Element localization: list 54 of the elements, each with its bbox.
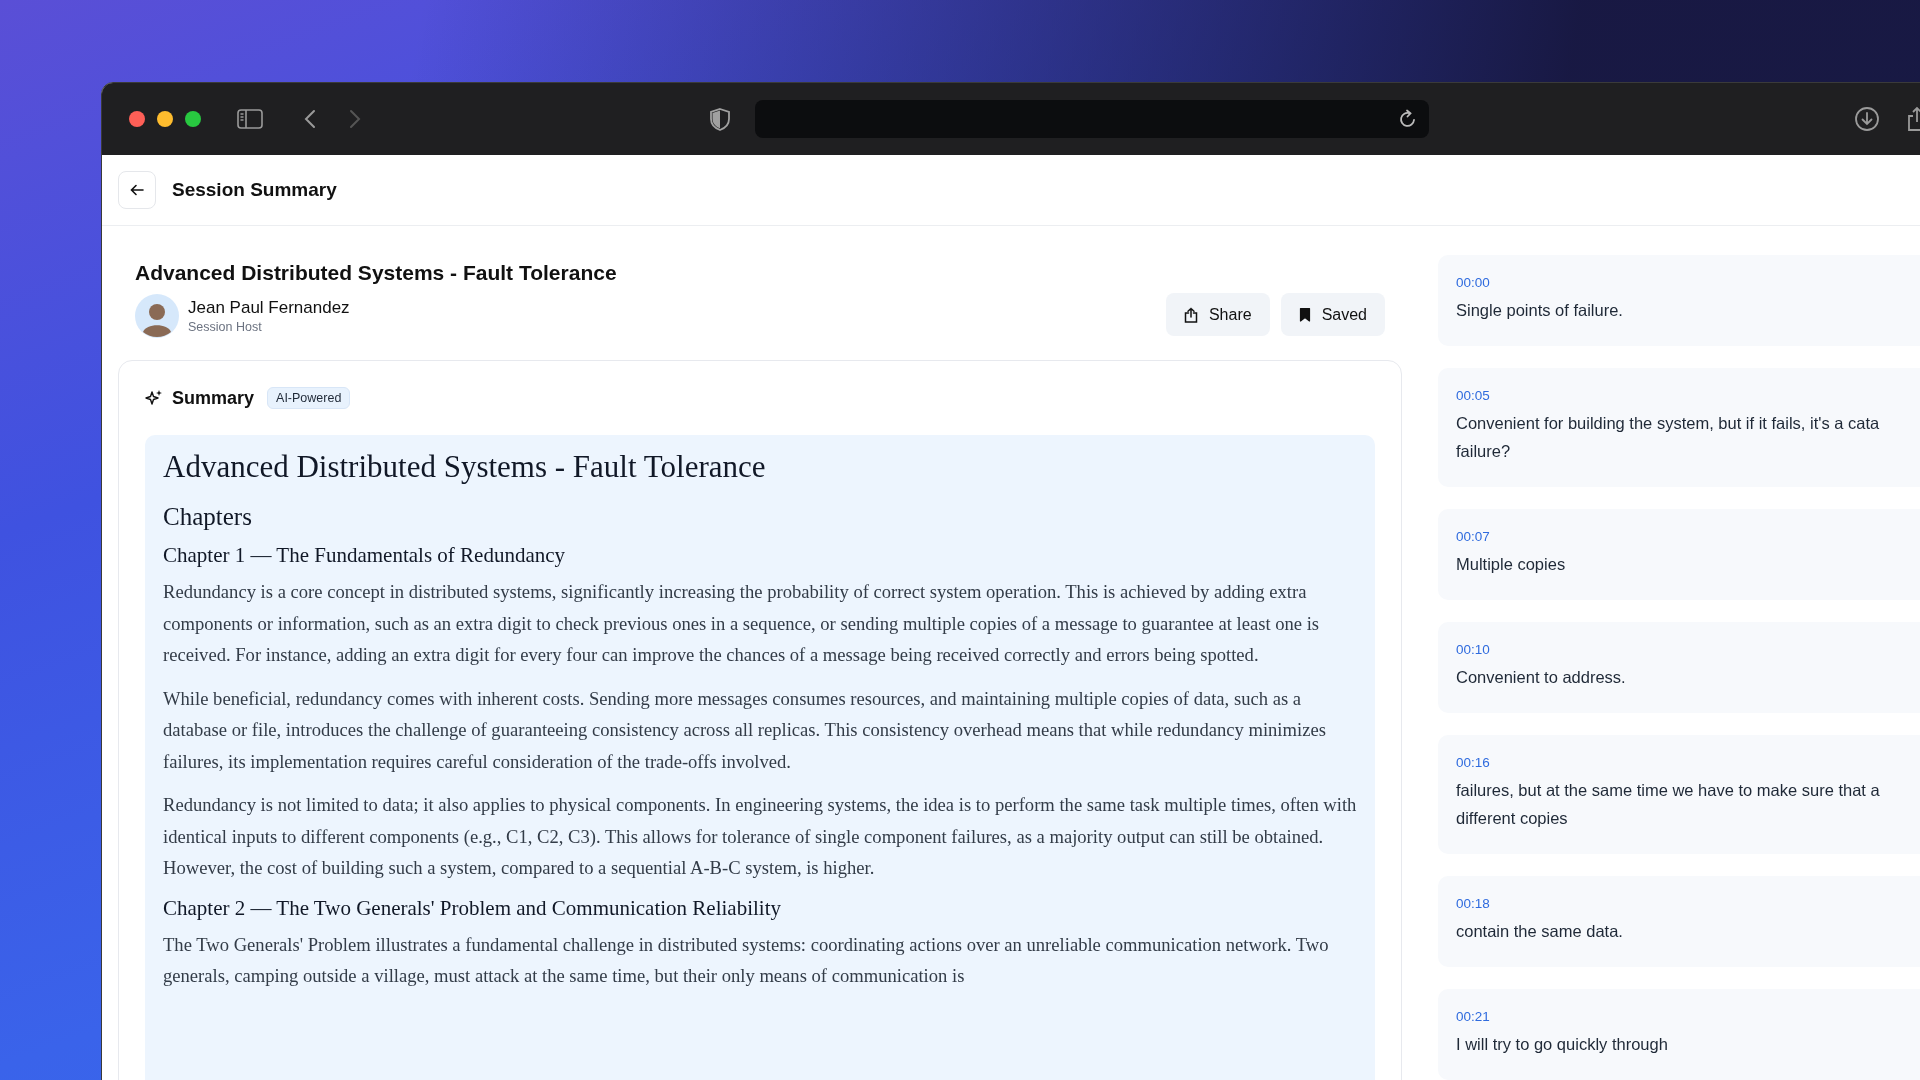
back-icon[interactable] bbox=[304, 109, 316, 129]
transcript-entry[interactable]: 00:16 failures, but at the same time we have to make sure that a different copies bbox=[1438, 735, 1920, 854]
timestamp: 00:16 bbox=[1456, 755, 1491, 770]
chapter-heading: Chapter 1 — The Fundamentals of Redundancy bbox=[163, 543, 567, 568]
timestamp: 00:18 bbox=[1456, 896, 1491, 911]
paragraph: Redundancy is a core concept in distributed systems, significantly increasing the probability of correct system operation. This is achieved by adding extra components or information, such as an extra digit to check previous ones in a sequence, or sending multiple copies of a message to guarantee at least one is received. For instance, adding an extra digit for every four can improve the chances of a message being received correctly and errors being spotted. bbox=[163, 580, 1321, 667]
transcript-text: failure? bbox=[1456, 441, 1512, 462]
minimize-icon[interactable] bbox=[157, 111, 173, 127]
page-title: Session Summary bbox=[172, 179, 337, 201]
summary-title: Summary bbox=[172, 387, 255, 409]
transcript-entry[interactable]: 00:21 I will try to go quickly through bbox=[1438, 989, 1920, 1080]
transcript-text: Single points of failure. bbox=[1456, 300, 1624, 321]
timestamp: 00:05 bbox=[1456, 388, 1491, 403]
session-title: Advanced Distributed Systems - Fault Tolerance bbox=[135, 261, 617, 285]
arrow-left-icon bbox=[130, 184, 144, 196]
paragraph: The Two Generals' Problem illustrates a fundamental challenge in distributed systems: coordinating actions over an unreliable communication network. Two generals, camping outside a village, must attack at the same time, but their only means of communication is bbox=[163, 932, 1330, 988]
shield-icon[interactable] bbox=[710, 107, 730, 131]
transcript-text: I will try to go quickly through bbox=[1456, 1034, 1669, 1055]
transcript-text: contain the same data. bbox=[1456, 921, 1624, 942]
close-icon[interactable] bbox=[129, 111, 145, 127]
transcript-text: Convenient to address. bbox=[1456, 667, 1627, 688]
transcript-entry[interactable]: 00:18 contain the same data. bbox=[1438, 876, 1920, 967]
document-title: Advanced Distributed Systems - Fault Tolerance bbox=[163, 449, 767, 485]
transcript-text: Convenient for building the system, but if it fails, it's a cata bbox=[1456, 413, 1881, 434]
address-field[interactable] bbox=[755, 100, 1429, 138]
transcript-text: Multiple copies bbox=[1456, 554, 1567, 575]
reload-icon[interactable] bbox=[1399, 109, 1417, 129]
chapter-heading: Chapter 2 — The Two Generals' Problem and Communication Reliability bbox=[163, 895, 782, 921]
avatar-icon bbox=[135, 294, 179, 338]
sparkle-icon bbox=[145, 389, 163, 407]
back-button[interactable] bbox=[118, 171, 156, 209]
saved-button[interactable]: Saved bbox=[1280, 293, 1385, 336]
bookmark-icon bbox=[1298, 307, 1311, 322]
transcript-entry[interactable]: 00:00 Single points of failure. bbox=[1438, 255, 1920, 346]
timestamp: 00:10 bbox=[1456, 642, 1491, 657]
host-name: Jean Paul Fernandez bbox=[188, 298, 350, 318]
ai-badge: AI-Powered bbox=[267, 387, 351, 409]
transcript-text: different copies bbox=[1456, 808, 1569, 829]
transcript-entry[interactable]: 00:10 Convenient to address. bbox=[1438, 622, 1920, 713]
share-icon bbox=[1183, 306, 1198, 323]
host-role: Session Host bbox=[188, 320, 263, 334]
timestamp: 00:07 bbox=[1456, 529, 1491, 544]
transcript-entry[interactable]: 00:05 Convenient for building the system, but if it fails, it's a cata failure? bbox=[1438, 368, 1920, 487]
timestamp: 00:00 bbox=[1456, 275, 1491, 290]
timestamp: 00:21 bbox=[1456, 1009, 1491, 1024]
transcript-entry[interactable]: 00:07 Multiple copies bbox=[1438, 509, 1920, 600]
sidebar-icon[interactable] bbox=[237, 109, 263, 129]
share-button[interactable]: Share bbox=[1165, 293, 1270, 336]
section-heading: Chapters bbox=[163, 503, 253, 531]
transcript-text: failures, but at the same time we have to make sure that a bbox=[1456, 780, 1881, 801]
paragraph: While beneficial, redundancy comes with inherent costs. Sending more messages consumes resources, and maintaining multiple copies of data, such as a database or file, introduces the challenge of guaranteeing consistency across all replicas. This consistency overhead means that while redundancy minimizes failures, its implementation requires careful consideration of the trade-offs involved. bbox=[163, 686, 1327, 774]
maximize-icon[interactable] bbox=[185, 111, 201, 127]
paragraph: Redundancy is not limited to data; it also applies to physical components. In engineering systems, the idea is to perform the same task multiple times, often with identical inputs to different components (e.g., C1, C2, C3). This allows for tolerance of single component failures, as a majority output can still be obtained. However, the cost of building such a system, compared to a sequential A-B-C system, is higher. bbox=[163, 793, 1357, 880]
download-icon[interactable] bbox=[1854, 106, 1880, 132]
